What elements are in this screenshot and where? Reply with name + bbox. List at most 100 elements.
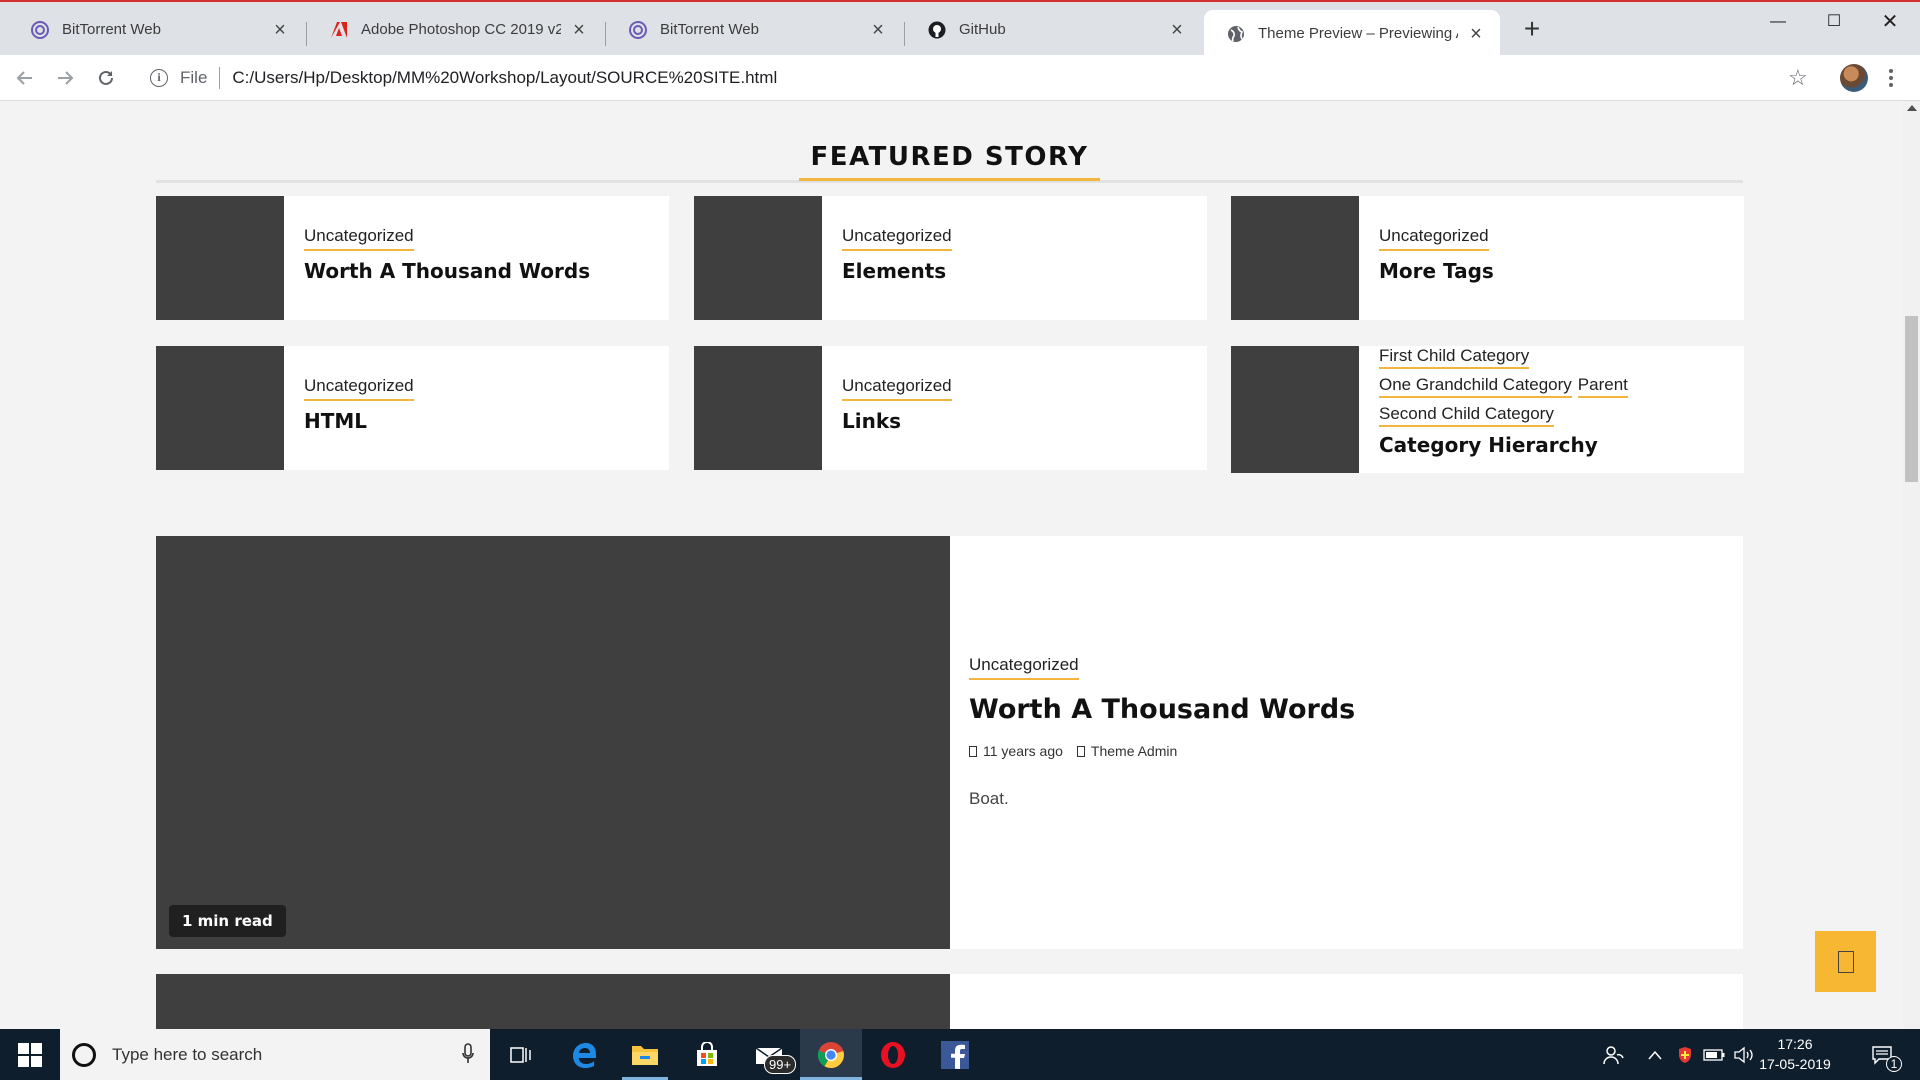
post-meta: 11 years ago Theme Admin	[969, 743, 1723, 759]
tab-label: GitHub	[959, 21, 1006, 38]
reload-button[interactable]	[91, 63, 121, 93]
new-tab-button[interactable]: +	[1518, 15, 1546, 44]
card-thumbnail[interactable]	[1231, 346, 1359, 473]
people-icon[interactable]	[1596, 1029, 1632, 1080]
featured-card[interactable]: Uncategorized Elements	[694, 196, 1207, 320]
featured-card[interactable]: Uncategorized Links	[694, 346, 1207, 470]
tab-photoshop[interactable]: Adobe Photoshop CC 2019 v20.0 ×	[307, 4, 603, 55]
post-author[interactable]: Theme Admin	[1076, 743, 1178, 759]
minimize-button[interactable]: —	[1750, 8, 1806, 36]
info-icon[interactable]: i	[150, 69, 168, 87]
close-icon[interactable]: ×	[569, 20, 589, 40]
mail-icon[interactable]: 99+	[738, 1029, 800, 1080]
back-button[interactable]	[10, 63, 40, 93]
scroll-to-top-button[interactable]	[1815, 931, 1876, 992]
card-thumbnail[interactable]	[694, 346, 822, 470]
page-viewport: FEATURED STORY Uncategorized Worth A Tho…	[0, 101, 1903, 1029]
category-link[interactable]: Uncategorized	[304, 226, 414, 251]
scheme-label: File	[180, 68, 208, 87]
arrow-up-icon	[1837, 950, 1854, 973]
section-title: FEATURED STORY	[798, 142, 1101, 181]
tab-label: Adobe Photoshop CC 2019 v20.0	[361, 21, 561, 38]
close-icon[interactable]: ×	[1167, 20, 1187, 40]
scrollbar-thumb[interactable]	[1905, 316, 1918, 482]
chevron-up-icon[interactable]	[1640, 1029, 1670, 1080]
notification-count: 1	[1886, 1056, 1902, 1072]
category-link[interactable]: Uncategorized	[842, 226, 952, 251]
reload-icon	[99, 70, 113, 85]
featured-post: 1 min read Uncategorized Worth A Thousan…	[156, 536, 1743, 949]
card-thumbnail[interactable]	[1231, 196, 1359, 320]
category-link[interactable]: One Grandchild Category	[1379, 376, 1572, 398]
category-link[interactable]: Second Child Category	[1379, 405, 1554, 427]
category-link[interactable]: Uncategorized	[1379, 226, 1489, 251]
category-link[interactable]: Parent	[1577, 376, 1628, 398]
cortana-icon[interactable]	[72, 1042, 96, 1067]
tab-strip: BitTorrent Web × Adobe Photoshop CC 2019…	[0, 0, 1920, 57]
bittorrent-icon	[30, 20, 50, 40]
card-thumbnail[interactable]	[156, 196, 284, 320]
category-link[interactable]: Uncategorized	[304, 376, 414, 401]
calendar-icon	[969, 745, 977, 757]
tab-label: BitTorrent Web	[62, 21, 161, 38]
featured-card[interactable]: Uncategorized Worth A Thousand Words	[156, 196, 669, 320]
facebook-icon[interactable]	[924, 1029, 986, 1080]
divider	[219, 67, 221, 89]
post-date[interactable]: 11 years ago	[969, 743, 1063, 759]
menu-icon[interactable]	[1886, 65, 1896, 91]
tab-label: Theme Preview – Previewing Anc	[1258, 25, 1458, 42]
post-image[interactable]	[156, 974, 950, 1029]
forward-button[interactable]	[50, 63, 80, 93]
tab-bittorrent-2[interactable]: BitTorrent Web ×	[606, 4, 902, 55]
tab-theme-preview[interactable]: Theme Preview – Previewing Anc ×	[1204, 10, 1500, 57]
file-explorer-icon[interactable]	[614, 1029, 676, 1080]
close-window-button[interactable]: ✕	[1862, 8, 1918, 36]
taskbar-search[interactable]: Type here to search	[60, 1029, 490, 1080]
card-thumbnail[interactable]	[694, 196, 822, 320]
action-center-icon[interactable]: 1	[1862, 1029, 1902, 1080]
post-excerpt: Boat.	[969, 789, 1009, 808]
featured-card[interactable]: First Child Category One Grandchild Cate…	[1231, 346, 1744, 473]
card-title[interactable]: More Tags	[1379, 259, 1734, 283]
edge-icon[interactable]	[553, 1029, 615, 1080]
card-title[interactable]: Links	[842, 409, 1197, 433]
url-text[interactable]: C:/Users/Hp/Desktop/MM%20Workshop/Layout…	[232, 68, 777, 88]
chrome-icon[interactable]	[800, 1029, 862, 1080]
antivirus-shield-icon[interactable]	[1672, 1029, 1698, 1080]
profile-avatar[interactable]	[1840, 64, 1868, 92]
featured-card[interactable]: Uncategorized HTML	[156, 346, 669, 470]
volume-icon[interactable]	[1730, 1029, 1758, 1080]
card-title[interactable]: Category Hierarchy	[1379, 435, 1734, 455]
post-title[interactable]: Worth A Thousand Words	[969, 694, 1723, 725]
arrow-right-icon	[58, 71, 74, 85]
category-link[interactable]: Uncategorized	[969, 655, 1079, 680]
tab-bittorrent-1[interactable]: BitTorrent Web ×	[8, 4, 304, 55]
close-icon[interactable]: ×	[1466, 24, 1486, 44]
scroll-up-arrow-icon[interactable]	[1907, 105, 1917, 111]
maximize-button[interactable]: ☐	[1806, 8, 1862, 36]
close-icon[interactable]: ×	[868, 20, 888, 40]
card-title[interactable]: HTML	[304, 409, 659, 433]
post-author-text: Theme Admin	[1090, 743, 1178, 759]
card-title[interactable]: Elements	[842, 259, 1197, 283]
adobe-icon	[329, 20, 349, 40]
address-bar[interactable]: i File C:/Users/Hp/Desktop/MM%20Workshop…	[138, 59, 1808, 97]
page-scrollbar[interactable]	[1903, 101, 1920, 1029]
category-link[interactable]: Uncategorized	[842, 376, 952, 401]
microphone-icon[interactable]	[462, 1043, 474, 1065]
clock-date: 17-05-2019	[1759, 1056, 1831, 1072]
post-image[interactable]: 1 min read	[156, 536, 950, 949]
windows-start-icon[interactable]	[18, 1043, 42, 1067]
task-view-icon[interactable]	[490, 1029, 552, 1080]
battery-icon[interactable]	[1700, 1029, 1728, 1080]
card-thumbnail[interactable]	[156, 346, 284, 470]
category-link[interactable]: First Child Category	[1379, 347, 1530, 369]
featured-card[interactable]: Uncategorized More Tags	[1231, 196, 1744, 320]
bookmark-star-icon[interactable]: ☆	[1788, 65, 1808, 91]
tab-github[interactable]: GitHub ×	[905, 4, 1201, 55]
card-title[interactable]: Worth A Thousand Words	[304, 259, 659, 283]
taskbar-clock[interactable]: 17:26 17-05-2019	[1755, 1034, 1835, 1074]
microsoft-store-icon[interactable]	[676, 1029, 738, 1080]
close-icon[interactable]: ×	[270, 20, 290, 40]
opera-icon[interactable]	[862, 1029, 924, 1080]
